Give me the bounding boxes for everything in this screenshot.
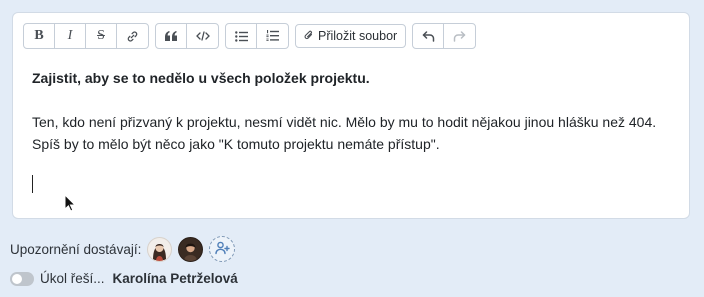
add-user-icon [215, 241, 230, 258]
add-watcher-button[interactable] [209, 236, 236, 262]
block-format-group [155, 23, 219, 49]
redo-button[interactable] [444, 24, 475, 48]
bold-button[interactable]: B [24, 24, 55, 48]
content-paragraph: Ten, kdo není přizvaný k projektu, nesmí… [32, 114, 657, 152]
undo-icon [422, 30, 435, 42]
attach-file-label: Přiložit soubor [318, 29, 398, 43]
avatar[interactable] [178, 236, 204, 262]
rich-text-editor[interactable]: B I S Přiložit soubor Zajistit, aby se t… [12, 12, 690, 219]
bullet-list-icon [234, 30, 248, 42]
mouse-pointer-icon [64, 193, 77, 217]
list-group [225, 23, 289, 49]
strikethrough-icon: S [97, 28, 105, 43]
undo-button[interactable] [413, 24, 445, 48]
code-button[interactable] [187, 24, 218, 48]
toggle-knob [12, 273, 22, 284]
link-button[interactable] [117, 24, 148, 48]
editor-toolbar: B I S Přiložit soubor [23, 23, 477, 49]
assignee-name[interactable]: Karolína Petrželová [113, 271, 238, 286]
quote-button[interactable] [156, 24, 187, 48]
text-caret [32, 175, 33, 193]
redo-icon [453, 30, 466, 42]
avatar[interactable] [147, 236, 173, 262]
link-icon [126, 30, 139, 43]
italic-button[interactable]: I [55, 24, 86, 48]
italic-icon: I [67, 28, 73, 43]
bold-icon: B [34, 28, 44, 43]
attach-file-button[interactable]: Přiložit soubor [295, 24, 407, 48]
task-label: Úkol řeší... [40, 271, 105, 286]
paperclip-icon [304, 29, 314, 44]
watchers-row: Upozornění dostávají: [10, 236, 236, 262]
numbered-list-button[interactable] [257, 24, 288, 48]
quote-icon [165, 31, 177, 41]
bullet-list-button[interactable] [226, 24, 257, 48]
code-icon [195, 31, 210, 41]
strikethrough-button[interactable]: S [86, 24, 117, 48]
content-heading: Zajistit, aby se to nedělo u všech polož… [32, 70, 370, 86]
numbered-list-icon [266, 30, 279, 42]
task-toggle[interactable] [10, 271, 34, 286]
editor-content[interactable]: Zajistit, aby se to nedělo u všech polož… [32, 67, 659, 155]
history-group [412, 23, 477, 49]
task-assignee-row: Úkol řeší... Karolína Petrželová [10, 271, 238, 286]
text-format-group: B I S [23, 23, 149, 49]
watchers-label: Upozornění dostávají: [10, 241, 142, 257]
